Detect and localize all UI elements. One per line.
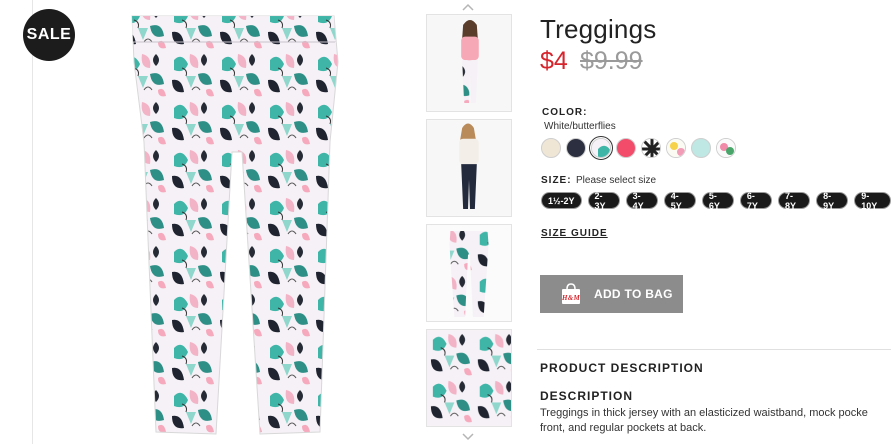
thumbnail-fabric-closeup-image — [427, 330, 511, 426]
color-selected-value: White/butterflies — [544, 121, 616, 132]
description-line-1: Treggings in thick jersey with an elasti… — [540, 407, 868, 419]
size-option[interactable]: 2-3Y — [587, 191, 620, 211]
color-label: COLOR: — [542, 107, 588, 118]
product-description-heading[interactable]: PRODUCT DESCRIPTION — [540, 361, 704, 375]
size-hint: Please select size — [576, 175, 657, 186]
swatch-mint[interactable] — [691, 138, 711, 158]
color-swatches — [541, 136, 736, 160]
sale-badge: SALE — [23, 9, 75, 61]
swatch-black-white-pattern[interactable] — [641, 138, 661, 158]
thumbnail-3[interactable] — [426, 224, 512, 322]
size-label: SIZE: — [541, 175, 572, 186]
swatch-pink[interactable] — [616, 138, 636, 158]
swatch-dark-blue[interactable] — [566, 138, 586, 158]
size-option[interactable]: 1½-2Y — [541, 192, 582, 209]
size-option[interactable]: 7-8Y — [778, 191, 811, 211]
thumbnail-girl-dark-treggings-image — [427, 120, 511, 216]
section-divider — [537, 349, 891, 350]
price-original: $9.99 — [580, 47, 643, 75]
swatch-beige[interactable] — [541, 138, 561, 158]
thumbnail-scroll-up-icon[interactable] — [460, 2, 476, 12]
bag-logo: H&M — [561, 294, 580, 302]
thumbnail-scroll-down-icon[interactable] — [460, 432, 476, 442]
size-option[interactable]: 9-10Y — [854, 191, 891, 211]
description-text: Treggings in thick jersey with an elasti… — [540, 406, 891, 436]
description-heading: DESCRIPTION — [540, 389, 634, 403]
main-product-image[interactable] — [120, 2, 350, 442]
thumbnail-girl-pink-top-image — [427, 15, 511, 111]
product-title: Treggings — [540, 14, 657, 44]
size-option[interactable]: 6-7Y — [739, 191, 772, 211]
size-option[interactable]: 4-5Y — [663, 191, 696, 211]
page-edge-divider — [32, 0, 33, 444]
swatch-yellow-floral[interactable] — [666, 138, 686, 158]
size-option[interactable]: 3-4Y — [625, 191, 658, 211]
size-option[interactable]: 8-9Y — [816, 191, 849, 211]
price-current: $4 — [540, 47, 568, 75]
size-guide-link[interactable]: SIZE GUIDE — [541, 228, 608, 239]
thumbnail-1[interactable] — [426, 14, 512, 112]
size-option[interactable]: 5-6Y — [701, 191, 734, 211]
thumbnail-2[interactable] — [426, 119, 512, 217]
swatch-floral[interactable] — [716, 138, 736, 158]
size-options: 1½-2Y 2-3Y 3-4Y 4-5Y 5-6Y 6-7Y 7-8Y 8-9Y… — [541, 191, 891, 211]
shopping-bag-icon: H&M — [561, 283, 580, 304]
thumbnail-treggings-flat-image — [427, 225, 511, 321]
description-line-2: front, and regular pockets at back. — [540, 422, 707, 434]
add-to-bag-label: ADD TO BAG — [594, 287, 673, 301]
thumbnail-4[interactable] — [426, 329, 512, 427]
add-to-bag-button[interactable]: H&M ADD TO BAG — [540, 275, 683, 313]
swatch-white-butterflies[interactable] — [589, 136, 613, 160]
